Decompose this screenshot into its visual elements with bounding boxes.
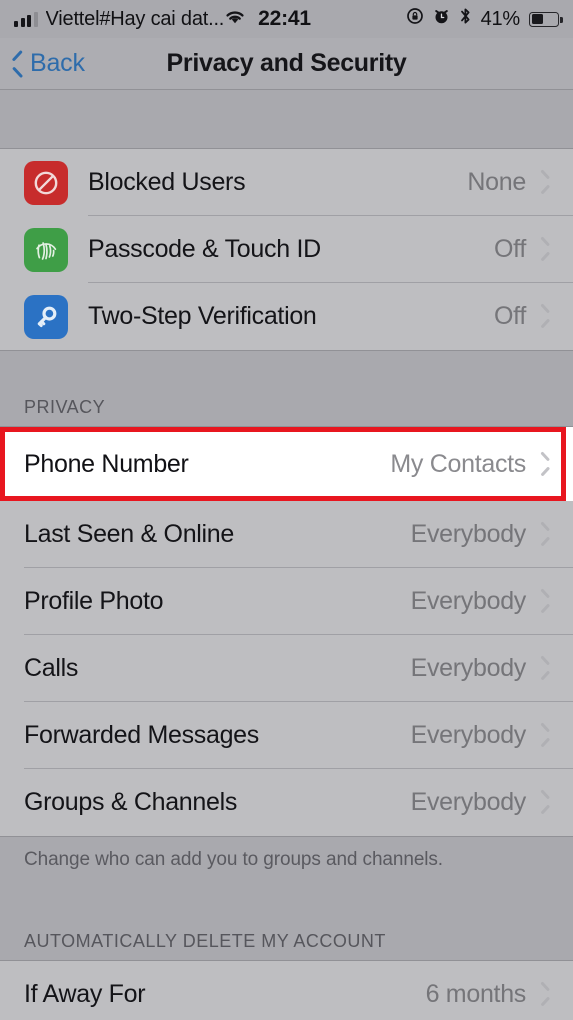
auto-delete-group: If Away For 6 months [0,960,573,1020]
alarm-clock-icon [433,7,450,31]
carrier-label: Viettel#Hay cai dat... [45,7,225,30]
navigation-bar: Back Privacy and Security [0,38,573,90]
page-title: Privacy and Security [166,49,407,77]
row-phone-number[interactable]: Phone Number My Contacts [0,427,573,501]
chevron-right-icon [540,455,551,474]
battery-icon [529,11,563,27]
section-header-auto-delete: AUTOMATICALLY DELETE MY ACCOUNT [0,931,573,960]
row-value: Off [494,302,526,330]
row-label: If Away For [24,980,146,1008]
clock-label: 22:41 [258,7,311,30]
row-groups-channels[interactable]: Groups & Channels Everybody [0,769,573,836]
block-icon [24,160,68,205]
chevron-right-icon [540,793,551,812]
chevron-right-icon [540,659,551,678]
row-value: Everybody [410,587,527,615]
row-label: Calls [24,654,79,682]
row-label: Two-Step Verification [88,302,317,330]
row-last-seen-online[interactable]: Last Seen & Online Everybody [0,501,573,568]
chevron-right-icon [540,307,551,326]
chevron-right-icon [540,173,551,192]
fingerprint-icon [24,227,68,272]
row-blocked-users[interactable]: Blocked Users None [0,149,573,216]
row-label: Profile Photo [24,587,164,615]
privacy-footer-note: Change who can add you to groups and cha… [0,837,573,871]
back-button[interactable]: Back [0,49,85,78]
chevron-right-icon [540,240,551,259]
privacy-settings-group: Phone Number My Contacts Last Seen & Onl… [0,426,573,837]
chevron-right-icon [540,726,551,745]
highlighted-row-wrapper: Phone Number My Contacts [0,427,573,501]
back-button-label: Back [30,49,85,77]
row-profile-photo[interactable]: Profile Photo Everybody [0,568,573,635]
row-two-step-verification[interactable]: Two-Step Verification Off [0,283,573,350]
row-value: Everybody [410,654,527,682]
signal-bars-icon [14,11,38,27]
rotation-lock-icon [406,7,424,31]
top-spacer [0,90,573,148]
privacy-spacer [0,351,573,397]
row-label: Blocked Users [88,168,246,196]
row-label: Groups & Channels [24,788,238,816]
section-header-privacy: PRIVACY [0,397,573,426]
row-value: 6 months [425,980,527,1008]
chevron-right-icon [540,592,551,611]
key-icon [24,294,68,339]
row-label: Passcode & Touch ID [88,235,321,263]
status-bar-middle: 22:41 [224,7,405,31]
chevron-right-icon [540,525,551,544]
row-if-away-for[interactable]: If Away For 6 months [0,961,573,1020]
row-calls[interactable]: Calls Everybody [0,635,573,702]
row-label: Last Seen & Online [24,520,235,548]
row-forwarded-messages[interactable]: Forwarded Messages Everybody [0,702,573,769]
row-value: Everybody [410,721,527,749]
row-label: Forwarded Messages [24,721,259,749]
bluetooth-icon [459,7,472,31]
row-value: My Contacts [390,449,526,478]
status-bar-left: Viettel#Hay cai dat... [14,8,224,31]
row-value: None [467,168,526,196]
chevron-left-icon [10,52,24,76]
status-bar: Viettel#Hay cai dat... 22:41 41% [0,0,573,38]
chevron-right-icon [540,985,551,1004]
phone-screen: Viettel#Hay cai dat... 22:41 41% Back Pr… [0,0,573,1020]
status-bar-right: 41% [406,7,563,31]
row-value: Everybody [410,788,527,816]
row-value: Everybody [410,520,527,548]
row-label: Phone Number [24,449,189,478]
wifi-icon [224,7,246,31]
security-settings-group: Blocked Users None Passcode & Touch ID O… [0,148,573,351]
row-passcode-touch-id[interactable]: Passcode & Touch ID Off [0,216,573,283]
battery-percent-label: 41% [480,7,521,30]
row-value: Off [494,235,526,263]
auto-delete-spacer [0,871,573,931]
